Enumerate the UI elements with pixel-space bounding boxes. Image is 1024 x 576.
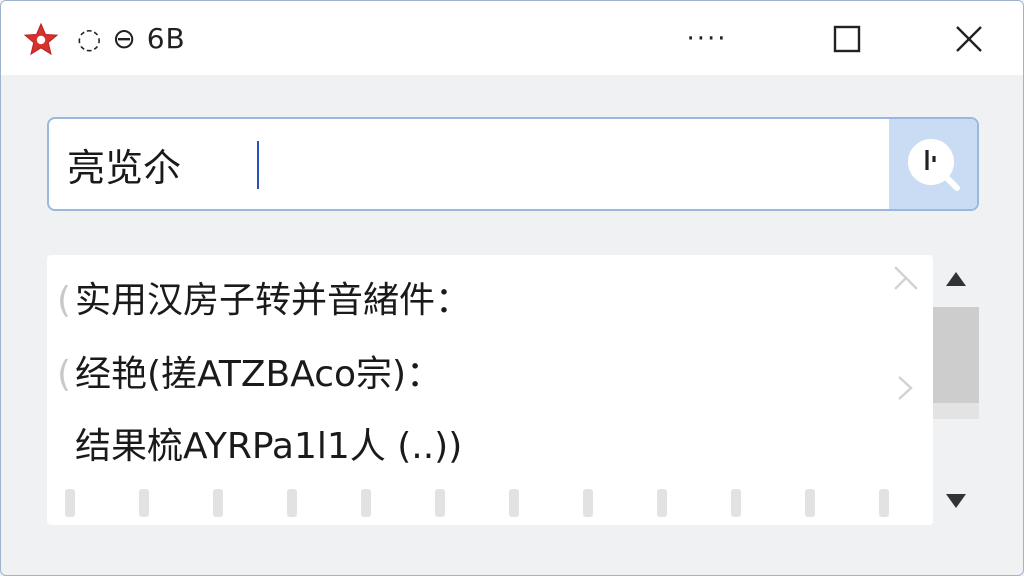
scroll-track[interactable] — [933, 403, 979, 419]
results-panel: ( ( 实用汉房子转并音緒件： 经艳(搓ATZBAco宗)： 结果梳AYRPa1… — [47, 255, 933, 525]
triangle-down-icon — [946, 494, 966, 508]
text-caret — [257, 141, 259, 189]
search-input[interactable] — [49, 119, 887, 209]
close-faint-icon — [894, 266, 918, 290]
close-button[interactable] — [939, 15, 999, 63]
result-line[interactable]: 结果梳AYRPa1l1人 (..)) — [75, 417, 462, 477]
ghost-paren: ( — [57, 280, 72, 321]
chevron-right-icon — [898, 376, 913, 400]
triangle-up-icon — [946, 272, 966, 286]
maximize-icon — [833, 25, 861, 53]
more-options-button[interactable]: ···· — [677, 15, 737, 63]
app-window: ◌ ⊖ 6B ···· ( ( — [0, 0, 1024, 576]
maximize-button[interactable] — [817, 15, 877, 63]
scroll-up-button[interactable] — [933, 255, 979, 303]
fade-ticks — [61, 489, 921, 519]
close-icon — [956, 26, 982, 52]
search-box — [47, 117, 979, 211]
more-icon: ···· — [686, 24, 728, 54]
title-bar: ◌ ⊖ 6B ···· — [1, 1, 1023, 75]
scroll-down-button[interactable] — [933, 477, 979, 525]
clock-search-icon — [908, 139, 960, 191]
ghost-paren: ( — [57, 354, 72, 395]
window-title: ◌ ⊖ 6B — [77, 22, 186, 55]
result-line[interactable]: 实用汉房子转并音緒件： — [75, 271, 471, 331]
result-line[interactable]: 经艳(搓ATZBAco宗)： — [75, 345, 442, 405]
search-button[interactable] — [889, 119, 977, 209]
star-app-icon — [23, 21, 59, 57]
vertical-scrollbar[interactable] — [933, 255, 979, 525]
scroll-thumb[interactable] — [933, 307, 979, 403]
